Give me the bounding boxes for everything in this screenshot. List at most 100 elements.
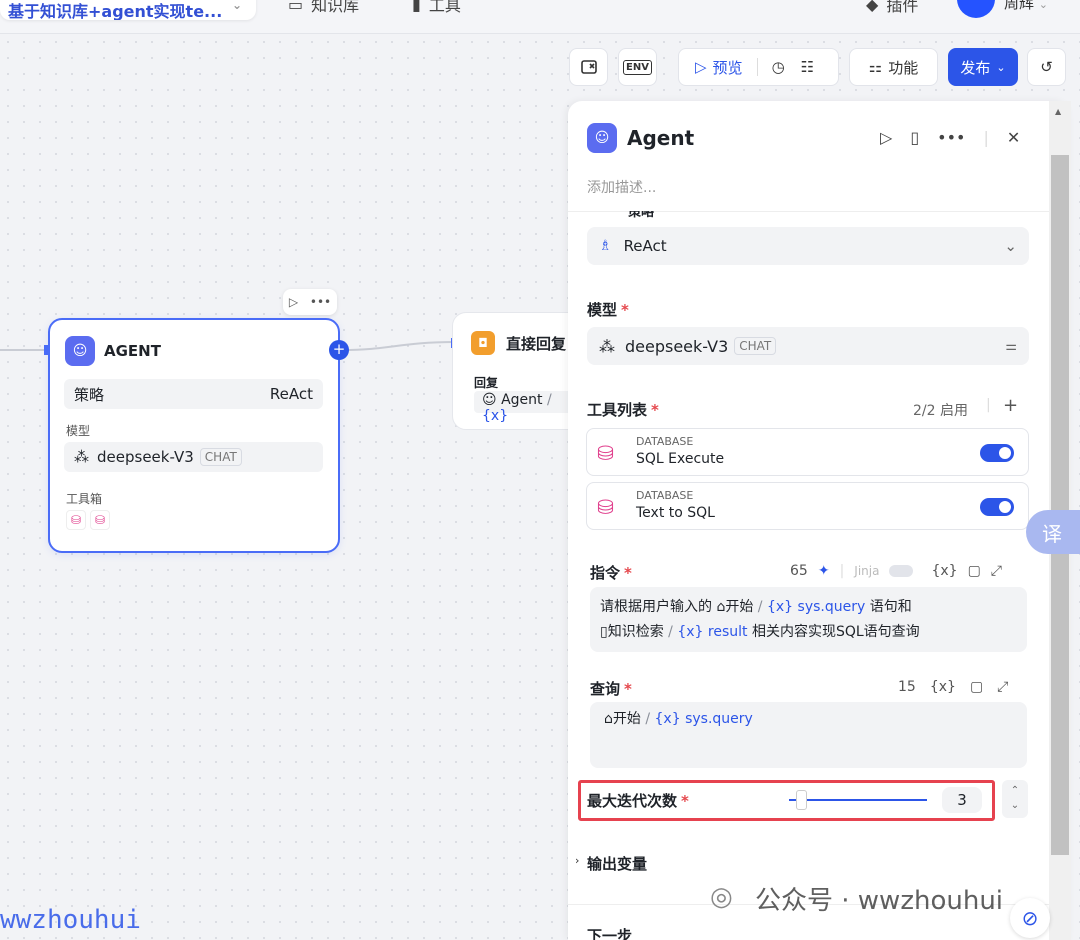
check-button[interactable] [569,48,608,86]
tool-card-sql-execute[interactable]: ⛁ DATABASE SQL Execute [586,428,1029,476]
divider [756,58,758,76]
stepper[interactable]: ⌃ ⌄ [1002,780,1028,818]
app-title-tab[interactable]: 基于知识库+agent实现te... ⌄ [0,0,256,20]
run-icon[interactable]: ▷ [880,128,892,147]
features-button[interactable]: ⚏ 功能 [849,48,938,86]
apps-icon: ⚏ [868,58,883,76]
query-count: 15 [898,679,916,695]
model-label: 模型 [66,424,91,438]
model-select[interactable]: ⁂ deepseek-V3 CHAT ⚌ [587,327,1029,365]
reply-label: 回复 [474,376,499,390]
copy-icon[interactable]: ▢ [970,679,983,695]
strategy-value: ReAct [269,385,313,403]
query-editor[interactable]: ⌂开始 / {x} sys.query [590,702,1027,768]
publish-button[interactable]: 发布 ⌄ [948,48,1018,86]
env-icon: ENV [623,59,652,75]
next-step-label: 下一步 [587,927,633,940]
tool-icon: ▮ [412,0,421,14]
scroll-up-icon[interactable]: ▲ [1055,107,1061,116]
panel-actions: ▷ ▯ ••• | ✕ [880,128,1020,147]
publish-label: 发布 [960,58,991,77]
nav-knowledge[interactable]: ▭ 知识库 [288,0,359,16]
var-node: 开始 [725,599,754,615]
agent-node-title: AGENT [104,342,161,360]
chevron-down-icon: ⌄ [1004,237,1017,255]
instruction-text: 请根据用户输入的 [600,599,712,615]
avatar[interactable] [957,0,995,18]
output-vars-toggle[interactable]: 输出变量 [587,853,647,874]
agent-node[interactable]: ☺ AGENT + 策略 ReAct 模型 ⁂ deepseek-V3 CHAT… [48,318,349,553]
assistant-icon[interactable]: ⊘ [1010,898,1050,938]
tool-card-text-to-sql[interactable]: ⛁ DATABASE Text to SQL [586,482,1029,530]
user-name: 周辉 [1004,0,1035,12]
expand-icon[interactable]: ⤢ [991,563,1002,579]
instruction-toolbar: 65 ✦ | Jinja {x} ▢ ⤢ [790,563,1002,579]
query-toolbar: 15 {x} ▢ ⤢ [898,679,1008,695]
checklist-icon [580,60,597,74]
app-title: 基于知识库+agent实现te... [8,2,223,20]
insert-variable-icon[interactable]: {x} [931,563,957,579]
insert-variable-icon[interactable]: {x} [930,679,956,695]
strategy-select-value: ReAct [623,237,667,255]
jinja-toggle[interactable] [889,565,914,577]
checklist-icon[interactable]: ☷ [801,58,814,76]
tool-toggle[interactable] [980,498,1014,516]
version-history-button[interactable]: ↺ [1027,48,1066,86]
history-icon: ↺ [1040,58,1053,76]
user-menu[interactable]: 周辉 ⌄ [1004,0,1048,13]
instruction-text: 语句和 [869,599,912,615]
home-icon: ⌂ [716,599,726,615]
more-icon[interactable]: ••• [310,295,331,309]
instruction-text: 相关内容实现SQL语句查询 [751,624,920,640]
divider: | [983,128,989,147]
divider: | [839,563,845,579]
scrollbar-thumb[interactable] [1051,155,1069,855]
env-button[interactable]: ENV [618,48,657,86]
tool-category: DATABASE [636,489,694,502]
var-name: {x} sys.query [766,599,866,615]
tool-category: DATABASE [636,435,694,448]
watermark-left: wwzhouhui [0,905,141,935]
strategy-select[interactable]: ♗ ReAct ⌄ [587,227,1029,265]
toolbox-icons: ⛁ ⛁ [66,510,110,530]
preview-button[interactable]: 预览 [713,57,743,78]
run-node-icon[interactable]: ▷ [289,295,298,309]
plugin-icon: ◆ [866,0,879,14]
var-node: 开始 [612,711,641,727]
close-icon[interactable]: ✕ [1007,128,1020,147]
nav-tools[interactable]: ▮ 工具 [412,0,461,16]
translate-button[interactable]: 译 [1026,510,1080,554]
nav-plugins[interactable]: ◆ 插件 [866,0,918,16]
chevron-down-icon: ⌄ [996,60,1006,74]
more-icon[interactable]: ••• [937,128,965,147]
nav-tools-label: 工具 [428,0,461,15]
chevron-down-icon[interactable]: ⌄ [1002,798,1028,813]
node-actions: ▷ ••• [283,289,337,315]
tool-name: SQL Execute [636,451,725,467]
tools-label: 工具列表 * [587,401,659,419]
ai-sparkle-icon[interactable]: ✦ [818,563,830,579]
instruction-count: 65 [790,563,808,579]
add-next-node-icon[interactable]: + [329,340,349,360]
preview-group: ▷ 预览 ◷ ☷ [678,48,839,86]
database-icon: ⛁ [66,510,86,530]
model-logo-icon: ⁂ [74,448,89,466]
react-icon: ♗ [599,238,612,254]
panel-title: Agent [627,126,695,150]
history-run-icon[interactable]: ◷ [772,58,785,76]
add-tool-icon[interactable]: + [1003,395,1018,416]
docs-icon[interactable]: ▯ [910,128,919,147]
description-input[interactable]: 添加描述... [587,177,656,197]
tool-toggle[interactable] [980,444,1014,462]
expand-icon[interactable]: ⤢ [997,679,1008,695]
database-icon: ⛁ [90,510,110,530]
nav-knowledge-label: 知识库 [311,0,360,15]
chevron-up-icon[interactable]: ⌃ [1002,783,1028,798]
copy-icon[interactable]: ▢ [968,563,981,579]
query-label: 查询 * [590,680,632,698]
strategy-row: 策略 ReAct [64,379,323,409]
settings-sliders-icon[interactable]: ⚌ [1005,339,1017,354]
wechat-icon: ◎ [710,882,733,912]
var-node: 知识检索 [607,624,664,640]
instruction-editor[interactable]: 请根据用户输入的 ⌂开始 / {x} sys.query 语句和 ▯知识检索 /… [590,587,1027,652]
